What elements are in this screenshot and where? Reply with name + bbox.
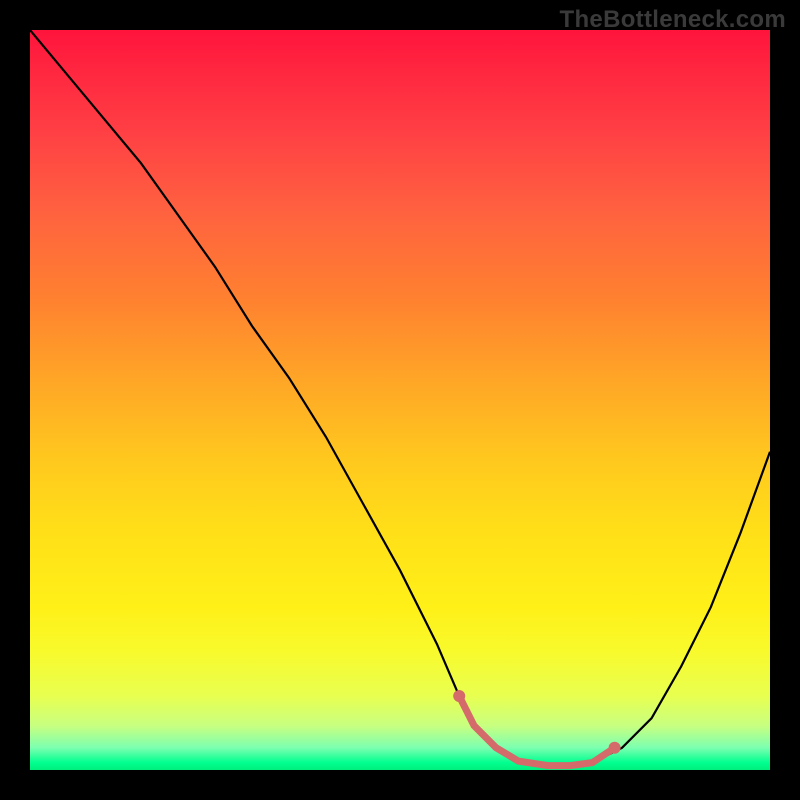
- plot-area: [30, 30, 770, 770]
- highlight-region: [30, 30, 770, 770]
- highlight-dot-icon: [453, 690, 465, 702]
- chart-canvas: TheBottleneck.com: [0, 0, 800, 800]
- watermark-text: TheBottleneck.com: [560, 6, 786, 34]
- highlight-dot-icon: [609, 742, 621, 754]
